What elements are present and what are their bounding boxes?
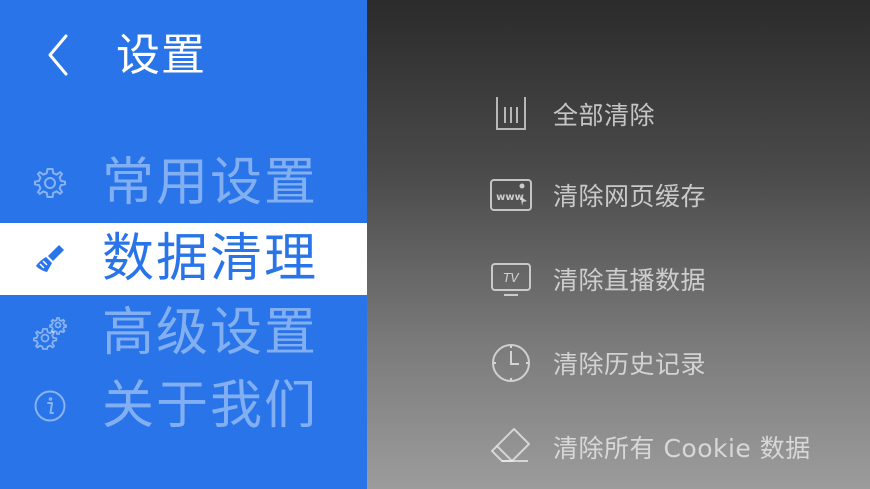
sidebar-item-label: 高级设置 [102, 303, 319, 363]
data-cleanup-panel: 全部清除 www 清除网页缓存 TV 清除直播数据 清除历史记录 清除所有 Co… [367, 0, 870, 489]
trash-icon [487, 90, 535, 138]
page-title: 设置 [116, 30, 206, 81]
sidebar-item-general-settings[interactable]: 常用设置 [0, 147, 367, 219]
svg-text:www: www [496, 192, 524, 203]
www-icon: www [487, 171, 535, 219]
clear-all-option[interactable]: 全部清除 [487, 84, 867, 144]
info-icon [30, 386, 70, 426]
sidebar-item-data-cleanup[interactable]: 数据清理 [0, 223, 367, 295]
settings-screen: 设置 常用设置 数据清理 高级设置 关于我们 全部清除 www 清除网页缓存 T… [0, 0, 870, 489]
clear-cookies-option[interactable]: 清除所有 Cookie 数据 [487, 417, 867, 477]
option-label: 全部清除 [553, 101, 656, 130]
option-label: 清除直播数据 [553, 266, 707, 295]
option-label: 清除历史记录 [553, 350, 707, 379]
sidebar-item-label: 数据清理 [102, 229, 319, 289]
gears-icon [30, 313, 70, 353]
chevron-left-icon [48, 34, 68, 76]
clear-web-cache-option[interactable]: www 清除网页缓存 [487, 165, 867, 225]
sidebar-item-advanced-settings[interactable]: 高级设置 [0, 297, 367, 369]
svg-text:TV: TV [503, 271, 519, 285]
clear-history-option[interactable]: 清除历史记录 [487, 333, 867, 393]
gear-icon [30, 163, 70, 203]
sidebar: 设置 常用设置 数据清理 高级设置 关于我们 [0, 0, 367, 489]
eraser-icon [487, 423, 535, 471]
option-label: 清除网页缓存 [553, 182, 707, 211]
sidebar-item-label: 关于我们 [102, 376, 319, 436]
tv-icon: TV [487, 255, 535, 303]
sidebar-item-about-us[interactable]: 关于我们 [0, 370, 367, 442]
clock-icon [487, 339, 535, 387]
back-button[interactable] [36, 30, 80, 80]
clear-live-data-option[interactable]: TV 清除直播数据 [487, 249, 867, 309]
sidebar-item-label: 常用设置 [102, 153, 319, 213]
broom-icon [30, 239, 70, 279]
option-label: 清除所有 Cookie 数据 [553, 434, 811, 463]
